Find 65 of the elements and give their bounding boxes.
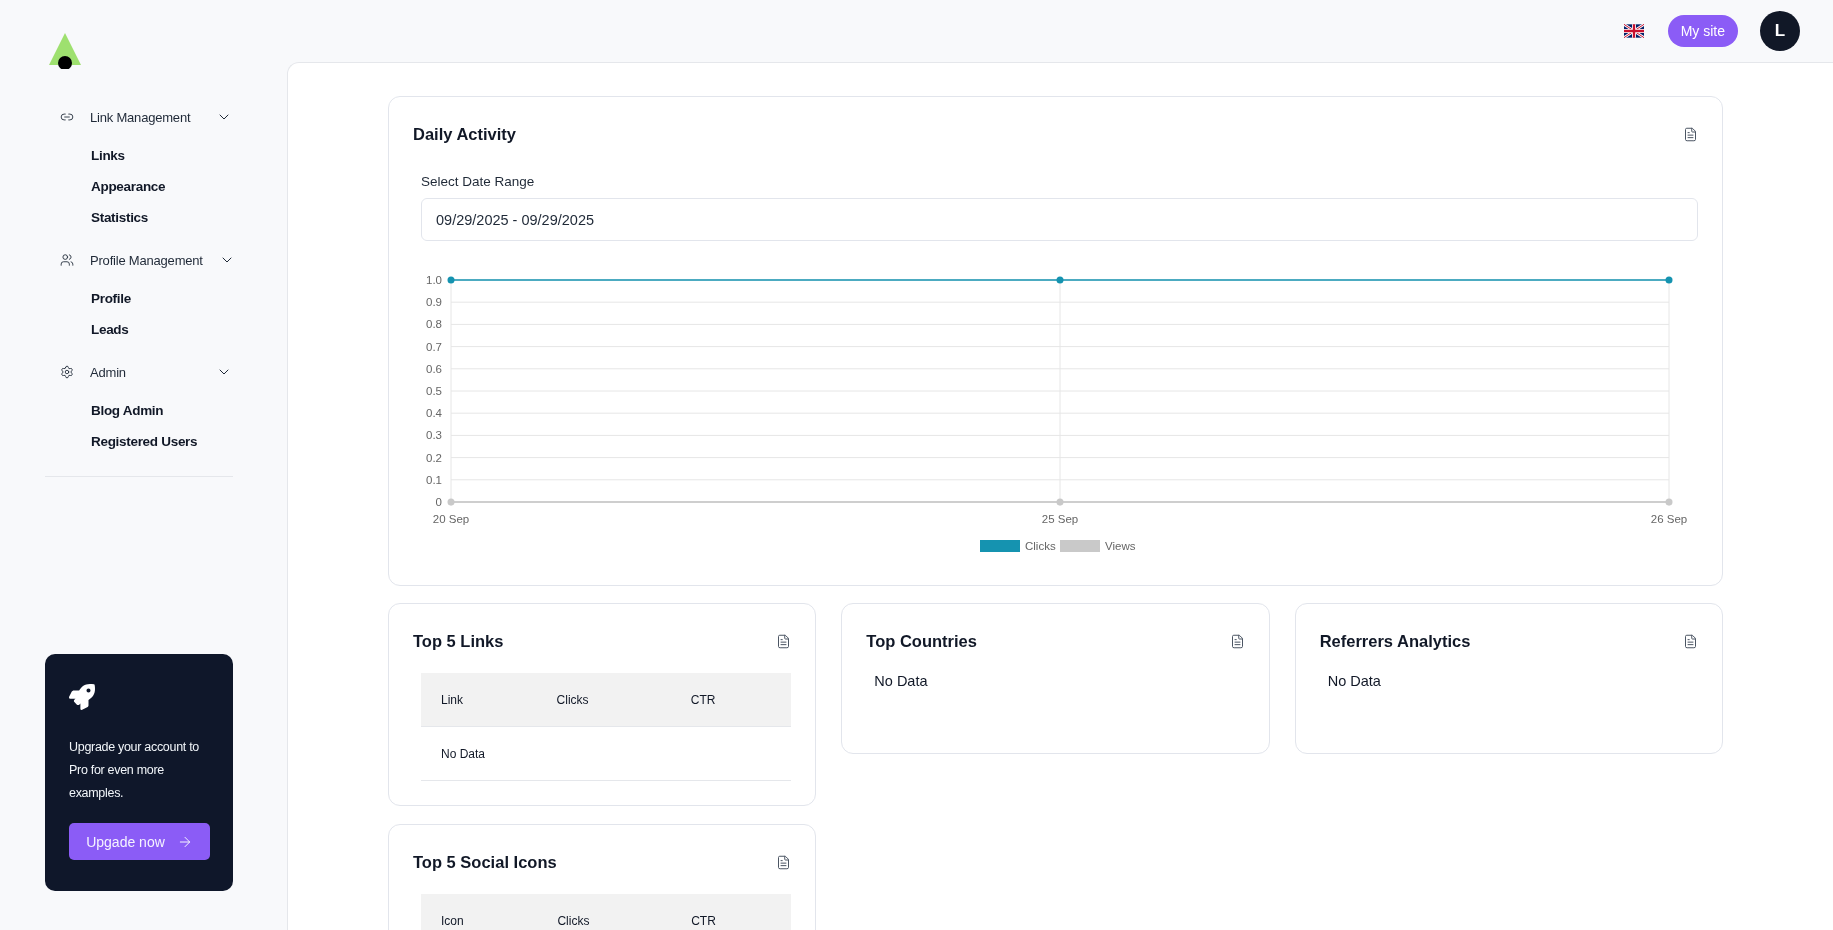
sidebar-group[interactable]: Link Management: [60, 105, 232, 129]
logo-icon: [48, 33, 82, 69]
y-axis-label: 0: [435, 496, 442, 508]
sidebar-item[interactable]: Leads: [91, 317, 129, 342]
legend-label: Views: [1105, 540, 1136, 552]
column-header: Clicks: [536, 673, 671, 727]
card-title: Referrers Analytics: [1319, 632, 1471, 651]
sidebar-item[interactable]: Statistics: [91, 205, 149, 230]
users-icon: [60, 253, 74, 267]
column-header: CTR: [670, 673, 792, 727]
x-axis-label: 26 Sep: [1650, 513, 1688, 525]
card-title: Top 5 Links: [413, 632, 504, 651]
y-axis-label: 0.7: [426, 340, 442, 353]
document-icon[interactable]: [776, 634, 792, 649]
upgrade-text: Upgrade your account to Pro for even more examples.: [69, 739, 200, 802]
document-icon[interactable]: [1683, 127, 1698, 142]
sidebar-item[interactable]: Profile: [91, 286, 131, 311]
document-icon[interactable]: [1683, 634, 1698, 649]
sidebar-item[interactable]: Links: [91, 143, 125, 168]
gear-icon: [60, 365, 74, 379]
uk-flag-icon[interactable]: [1623, 24, 1644, 38]
document-icon[interactable]: [1229, 634, 1245, 649]
data-point: [447, 498, 455, 506]
empty-message: No Data: [874, 673, 929, 689]
legend-label: Clicks: [1025, 540, 1056, 552]
rocket-icon: [69, 684, 95, 710]
column-header: CTR: [671, 894, 792, 930]
card-title: Top 5 Social Icons: [413, 853, 557, 872]
sidebar-item[interactable]: Appearance: [91, 174, 166, 199]
link-icon: [60, 110, 74, 124]
avatar[interactable]: L: [1760, 11, 1800, 51]
date-range-field[interactable]: 09/29/2025 - 09/29/2025: [421, 198, 1698, 241]
y-axis-label: 0.4: [426, 407, 442, 420]
x-axis-label: 25 Sep: [1041, 513, 1079, 525]
x-axis-label: 20 Sep: [432, 513, 470, 525]
y-axis-label: 0.1: [426, 473, 442, 486]
my-site-button[interactable]: My site: [1667, 15, 1738, 47]
sidebar-item[interactable]: Registered Users: [91, 429, 198, 454]
document-icon[interactable]: [776, 855, 792, 870]
y-axis-label: 0.2: [426, 451, 442, 464]
data-point: [1056, 276, 1064, 284]
column-header: Icon: [421, 894, 538, 930]
field-label: Select Date Range: [421, 174, 536, 189]
y-axis-label: 0.9: [426, 296, 442, 309]
card-title: Daily Activity: [413, 125, 516, 144]
column-header: Clicks: [537, 894, 672, 930]
empty-table-cell: No Data: [421, 726, 792, 781]
upgrade-button[interactable]: Upgade now: [69, 823, 210, 860]
sidebar-group[interactable]: Admin: [60, 360, 232, 384]
y-axis-label: 0.6: [426, 362, 442, 375]
sidebar-item[interactable]: Blog Admin: [91, 398, 164, 423]
data-point: [1665, 498, 1673, 506]
card-title: Top Countries: [866, 632, 977, 651]
data-point: [1665, 276, 1673, 284]
data-point: [1056, 498, 1064, 506]
data-point: [447, 276, 455, 284]
legend-swatch: [980, 540, 1020, 552]
empty-message: No Data: [1327, 673, 1382, 689]
y-axis-label: 0.3: [426, 429, 442, 442]
sidebar-group[interactable]: Profile Management: [60, 248, 232, 272]
column-header: Link: [421, 673, 537, 727]
y-axis-label: 0.5: [426, 385, 442, 397]
y-axis-label: 1.0: [426, 274, 442, 286]
y-axis-label: 0.8: [426, 318, 442, 331]
legend-swatch: [1060, 540, 1100, 552]
